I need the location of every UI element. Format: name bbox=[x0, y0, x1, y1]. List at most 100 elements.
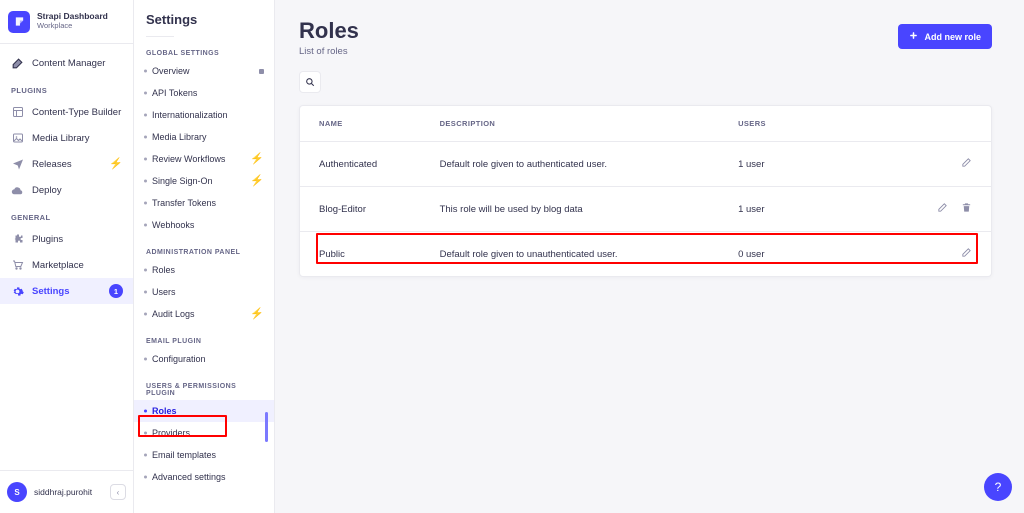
sidebar-item-settings[interactable]: Settings 1 bbox=[0, 278, 133, 304]
sidebar-item-label: Releases bbox=[32, 159, 101, 170]
subnav-group-administration-panel: ADMINISTRATION PANEL bbox=[134, 236, 274, 259]
subnav-item-roles[interactable]: Roles bbox=[134, 400, 274, 422]
page-subtitle: List of roles bbox=[299, 46, 359, 57]
enterprise-bolt-icon: ⚡ bbox=[250, 176, 264, 187]
sidebar-item-label: Settings bbox=[32, 286, 101, 297]
cell-role-description: Default role given to unauthenticated us… bbox=[440, 232, 739, 277]
chevron-left-icon[interactable]: ‹ bbox=[110, 484, 126, 500]
enterprise-bolt-icon: ⚡ bbox=[109, 159, 123, 170]
column-header-description: DESCRIPTION bbox=[440, 106, 739, 142]
subnav-item-label: Webhooks bbox=[152, 220, 264, 230]
enterprise-bolt-icon: ⚡ bbox=[250, 154, 264, 165]
cell-role-name: Blog-Editor bbox=[300, 187, 440, 232]
edit-icon[interactable] bbox=[937, 202, 948, 216]
subnav-item-label: Overview bbox=[152, 66, 252, 76]
subnav-item-advanced-settings[interactable]: Advanced settings bbox=[134, 466, 274, 488]
sidebar-item-content-manager[interactable]: Content Manager bbox=[0, 50, 133, 76]
subnav-item-configuration[interactable]: Configuration bbox=[134, 348, 274, 370]
column-header-users: USERS bbox=[738, 106, 937, 142]
cell-role-description: Default role given to authenticated user… bbox=[440, 142, 739, 187]
subnav-item-label: Review Workflows bbox=[152, 154, 243, 164]
cell-role-users: 1 user bbox=[738, 142, 937, 187]
subnav-item-label: Media Library bbox=[152, 132, 264, 142]
subnav-item-webhooks[interactable]: Webhooks bbox=[134, 214, 274, 236]
row-action-group bbox=[937, 247, 972, 261]
subnav-item-label: Single Sign-On bbox=[152, 176, 243, 186]
subnav-group-global-settings: GLOBAL SETTINGS bbox=[134, 37, 274, 60]
sidebar-group-general: GENERAL bbox=[0, 203, 133, 226]
cell-row-actions bbox=[937, 142, 991, 187]
subnav-item-media-library[interactable]: Media Library bbox=[134, 126, 274, 148]
subnav-item-email-templates[interactable]: Email templates bbox=[134, 444, 274, 466]
sidebar-item-marketplace[interactable]: Marketplace bbox=[0, 252, 133, 278]
pencil-square-icon bbox=[11, 57, 24, 70]
subnav-item-label: Roles bbox=[152, 265, 264, 275]
subnav-item-label: API Tokens bbox=[152, 88, 264, 98]
strapi-logo-icon bbox=[8, 11, 30, 33]
main-sidebar: Strapi Dashboard Workplace Content Manag… bbox=[0, 0, 134, 513]
page-heading-block: Roles List of roles bbox=[299, 18, 359, 57]
subnav-scrollbar-track[interactable] bbox=[268, 0, 271, 513]
subnav-group-email-plugin: EMAIL PLUGIN bbox=[134, 325, 274, 348]
brand-workspace: Workplace bbox=[37, 22, 108, 31]
help-button[interactable]: ? bbox=[984, 473, 1012, 501]
search-icon bbox=[305, 75, 315, 90]
avatar: S bbox=[7, 482, 27, 502]
shopping-cart-icon bbox=[11, 259, 24, 272]
gear-icon bbox=[11, 285, 24, 298]
subnav-item-label: Internationalization bbox=[152, 110, 264, 120]
cell-row-actions bbox=[937, 187, 991, 232]
table-header-row: NAME DESCRIPTION USERS bbox=[300, 106, 991, 142]
table-row[interactable]: Authenticated Default role given to auth… bbox=[300, 142, 991, 187]
table-row[interactable]: Blog-Editor This role will be used by bl… bbox=[300, 187, 991, 232]
enterprise-bolt-icon: ⚡ bbox=[250, 309, 264, 320]
subnav-item-label: Advanced settings bbox=[152, 472, 264, 482]
column-header-name: NAME bbox=[300, 106, 440, 142]
main-content: Roles List of roles Add new role bbox=[275, 0, 1024, 513]
subnav-item-providers[interactable]: Providers bbox=[134, 422, 274, 444]
settings-badge-count: 1 bbox=[109, 284, 123, 298]
table-row[interactable]: Public Default role given to unauthentic… bbox=[300, 232, 991, 277]
subnav-item-single-sign-on[interactable]: Single Sign-On ⚡ bbox=[134, 170, 274, 192]
cell-role-description: This role will be used by blog data bbox=[440, 187, 739, 232]
subnav-item-label: Roles bbox=[152, 406, 264, 416]
subnav-item-admin-users[interactable]: Users bbox=[134, 281, 274, 303]
sidebar-item-label: Marketplace bbox=[32, 260, 123, 271]
subnav-item-label: Users bbox=[152, 287, 264, 297]
subnav-item-overview[interactable]: Overview bbox=[134, 60, 274, 82]
table-head: NAME DESCRIPTION USERS bbox=[300, 106, 991, 142]
subnav-item-internationalization[interactable]: Internationalization bbox=[134, 104, 274, 126]
edit-icon[interactable] bbox=[961, 157, 972, 171]
image-icon bbox=[11, 132, 24, 145]
sidebar-item-content-type-builder[interactable]: Content-Type Builder bbox=[0, 99, 133, 125]
delete-icon[interactable] bbox=[961, 202, 972, 216]
sidebar-item-media-library[interactable]: Media Library bbox=[0, 125, 133, 151]
sidebar-group-plugins: PLUGINS bbox=[0, 76, 133, 99]
subnav-scrollbar-thumb[interactable] bbox=[265, 412, 268, 442]
row-action-group bbox=[937, 202, 972, 216]
cell-role-name: Public bbox=[300, 232, 440, 277]
cell-row-actions bbox=[937, 232, 991, 277]
subnav-item-label: Providers bbox=[152, 428, 264, 438]
subnav-item-api-tokens[interactable]: API Tokens bbox=[134, 82, 274, 104]
brand-header[interactable]: Strapi Dashboard Workplace bbox=[0, 0, 133, 44]
page-title: Roles bbox=[299, 18, 359, 43]
edit-icon[interactable] bbox=[961, 247, 972, 261]
subnav-item-review-workflows[interactable]: Review Workflows ⚡ bbox=[134, 148, 274, 170]
puzzle-icon bbox=[11, 233, 24, 246]
user-profile[interactable]: S siddhraj.purohit ‹ bbox=[0, 470, 133, 513]
sidebar-item-deploy[interactable]: Deploy bbox=[0, 177, 133, 203]
add-new-role-label: Add new role bbox=[924, 32, 981, 42]
subnav-item-admin-roles[interactable]: Roles bbox=[134, 259, 274, 281]
subnav-item-label: Audit Logs bbox=[152, 309, 243, 319]
sidebar-item-label: Media Library bbox=[32, 133, 123, 144]
sidebar-item-plugins[interactable]: Plugins bbox=[0, 226, 133, 252]
sidebar-item-releases[interactable]: Releases ⚡ bbox=[0, 151, 133, 177]
search-button[interactable] bbox=[299, 71, 321, 93]
profile-username: siddhraj.purohit bbox=[34, 487, 103, 497]
layout-grid-icon bbox=[11, 106, 24, 119]
roles-table-container: NAME DESCRIPTION USERS Authenticated Def… bbox=[299, 105, 992, 277]
subnav-item-transfer-tokens[interactable]: Transfer Tokens bbox=[134, 192, 274, 214]
add-new-role-button[interactable]: Add new role bbox=[898, 24, 992, 49]
subnav-item-audit-logs[interactable]: Audit Logs ⚡ bbox=[134, 303, 274, 325]
